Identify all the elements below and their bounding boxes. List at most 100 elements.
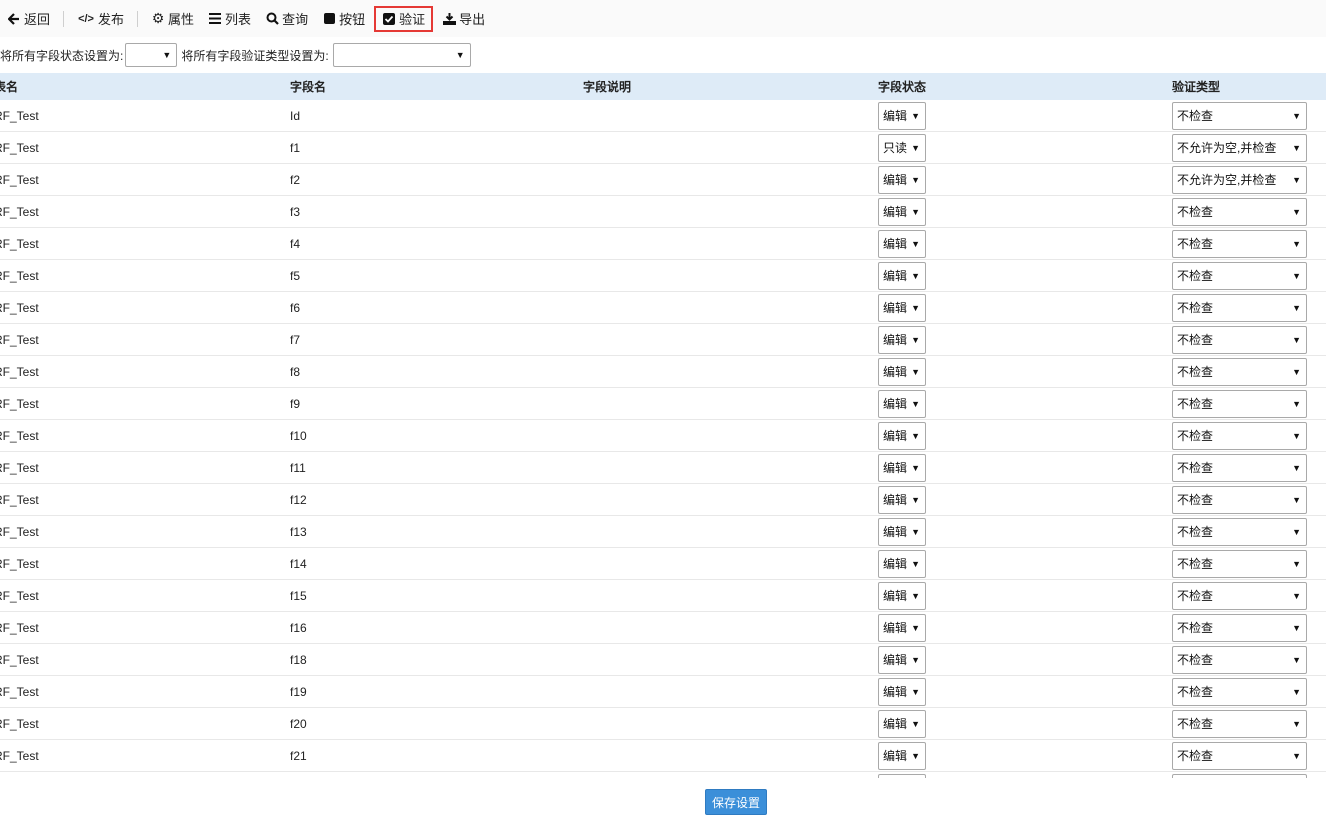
verify-type-select[interactable]: 不检查 ▼ bbox=[1172, 293, 1307, 322]
export-button[interactable]: 导出 bbox=[437, 6, 490, 32]
field-status-select[interactable]: 编辑 ▼ bbox=[878, 165, 926, 194]
verify-type-select[interactable]: 不检查 ▼ bbox=[1172, 389, 1307, 418]
field-status-select[interactable]: 编辑 ▼ bbox=[878, 229, 926, 258]
verify-type-select[interactable]: 不检查 ▼ bbox=[1172, 741, 1307, 770]
verify-type-select[interactable]: 不检查 ▼ bbox=[1172, 485, 1307, 514]
chevron-down-icon: ▼ bbox=[1292, 558, 1301, 569]
field-status-select[interactable]: ▼ bbox=[878, 773, 926, 778]
field-status-select[interactable]: 编辑 ▼ bbox=[878, 549, 926, 578]
field-status-select[interactable]: 编辑 ▼ bbox=[878, 261, 926, 290]
verify-type-select[interactable]: 不允许为空,并检查 ▼ bbox=[1172, 165, 1307, 194]
verify-type-select[interactable]: 不检查 ▼ bbox=[1172, 645, 1307, 674]
field-status-select[interactable]: 编辑 ▼ bbox=[878, 485, 926, 514]
chevron-down-icon: ▼ bbox=[1292, 462, 1301, 473]
verify-type-value: 不检查 bbox=[1177, 525, 1214, 539]
field-status-select[interactable]: 编辑 ▼ bbox=[878, 645, 926, 674]
field-status-value: 编辑 bbox=[883, 269, 908, 283]
cell-field-status: 编辑 ▼ bbox=[878, 260, 1168, 291]
field-status-select[interactable]: 编辑 ▼ bbox=[878, 581, 926, 610]
verify-type-select[interactable]: 不检查 ▼ bbox=[1172, 517, 1307, 546]
cell-verify-type: 不允许为空,并检查 ▼ bbox=[1172, 132, 1322, 163]
field-status-select[interactable]: 编辑 ▼ bbox=[878, 741, 926, 770]
bulk-settings-bar: 将所有字段状态设置为: ▼ 将所有字段验证类型设置为: ▼ bbox=[0, 42, 471, 68]
cell-field-desc bbox=[583, 516, 873, 547]
cell-field-desc bbox=[583, 644, 873, 675]
cell-verify-type: 不检查 ▼ bbox=[1172, 228, 1322, 259]
field-status-select[interactable]: 编辑 ▼ bbox=[878, 677, 926, 706]
verify-type-select[interactable]: 不检查 ▼ bbox=[1172, 229, 1307, 258]
button-label: 按钮 bbox=[339, 12, 366, 27]
verify-type-select[interactable]: 不检查 ▼ bbox=[1172, 581, 1307, 610]
header-table-name[interactable]: 表名 bbox=[0, 73, 274, 100]
field-status-select[interactable]: 编辑 ▼ bbox=[878, 517, 926, 546]
verify-label: 验证 bbox=[399, 12, 426, 27]
verify-type-value: 不检查 bbox=[1177, 621, 1214, 635]
header-field-name[interactable]: 字段名 bbox=[290, 73, 580, 100]
chevron-down-icon: ▼ bbox=[1292, 302, 1301, 313]
field-status-select[interactable]: 编辑 ▼ bbox=[878, 357, 926, 386]
header-verify-type[interactable]: 验证类型 bbox=[1172, 73, 1322, 100]
chevron-down-icon: ▼ bbox=[1292, 366, 1301, 377]
cell-field-desc bbox=[583, 772, 873, 778]
save-settings-button[interactable]: 保存设置 bbox=[705, 789, 767, 815]
publish-button[interactable]: </> 发布 bbox=[72, 6, 129, 32]
field-status-select[interactable]: 编辑 ▼ bbox=[878, 101, 926, 130]
cell-field-status: 编辑 ▼ bbox=[878, 740, 1168, 771]
verify-type-select[interactable]: 不检查 ▼ bbox=[1172, 101, 1307, 130]
verify-type-select[interactable]: 不检查 ▼ bbox=[1172, 261, 1307, 290]
verify-all-select[interactable]: ▼ bbox=[332, 43, 471, 67]
table-row: RF_Test f11 编辑▼ 不检查 ▼ bbox=[0, 452, 1326, 484]
field-status-select[interactable]: 只读 ▼ bbox=[878, 133, 926, 162]
verify-type-value: 不检查 bbox=[1177, 269, 1214, 283]
verify-type-value: 不检查 bbox=[1177, 461, 1214, 475]
cell-field-name: f5 bbox=[290, 268, 301, 283]
cell-table-name: RF_Test bbox=[0, 300, 39, 315]
cell-field-status: 编辑 ▼ bbox=[878, 516, 1168, 547]
verify-type-select[interactable]: 不检查 ▼ bbox=[1172, 709, 1307, 738]
cell-verify-type: 不检查 ▼ bbox=[1172, 100, 1322, 131]
field-status-select[interactable]: 编辑 ▼ bbox=[878, 389, 926, 418]
field-status-select[interactable]: 编辑 ▼ bbox=[878, 709, 926, 738]
verify-type-select[interactable]: 不检查 ▼ bbox=[1172, 197, 1307, 226]
chevron-down-icon: ▼ bbox=[911, 558, 920, 569]
field-status-select[interactable]: 编辑 ▼ bbox=[878, 453, 926, 482]
table-row: RF_Testf7编辑▼不检查▼ bbox=[0, 324, 1326, 356]
verify-type-select[interactable]: 不检查 ▼ bbox=[1172, 613, 1307, 642]
properties-button[interactable]: ⚙ 属性 bbox=[146, 6, 199, 32]
verify-type-select[interactable]: 不检查 ▼ bbox=[1172, 677, 1307, 706]
verify-type-select[interactable]: 不检查 ▼ bbox=[1172, 549, 1307, 578]
verify-type-select[interactable]: 不检查 ▼ bbox=[1172, 357, 1307, 386]
query-button[interactable]: 查询 bbox=[260, 6, 313, 32]
field-status-value: 编辑 bbox=[883, 621, 908, 635]
header-field-status[interactable]: 字段状态 bbox=[878, 73, 1168, 100]
field-status-select[interactable]: 编辑 ▼ bbox=[878, 293, 926, 322]
table-row: RF_Testf16编辑▼不检查▼ bbox=[0, 612, 1326, 644]
cell-table-name: RF_Test bbox=[0, 460, 39, 475]
cell-field-name: f11 bbox=[290, 460, 306, 475]
chevron-down-icon: ▼ bbox=[911, 462, 920, 473]
verify-type-select[interactable]: 不检查 ▼ bbox=[1172, 421, 1307, 450]
field-status-value: 编辑 bbox=[883, 525, 908, 539]
button-button[interactable]: 按钮 bbox=[317, 6, 370, 32]
cell-field-status: 编辑 ▼ bbox=[878, 580, 1168, 611]
field-status-select[interactable]: 编辑 ▼ bbox=[878, 197, 926, 226]
chevron-down-icon: ▼ bbox=[911, 334, 920, 345]
cell-field-desc bbox=[583, 388, 873, 419]
verify-type-select[interactable]: ▼ bbox=[1172, 773, 1307, 778]
properties-label: 属性 bbox=[168, 12, 195, 27]
verify-button[interactable]: 验证 bbox=[374, 5, 434, 32]
chevron-down-icon: ▼ bbox=[1292, 238, 1301, 249]
verify-type-select[interactable]: 不检查 ▼ bbox=[1172, 325, 1307, 354]
field-status-select[interactable]: 编辑 ▼ bbox=[878, 613, 926, 642]
cell-verify-type: 不检查 ▼ bbox=[1172, 644, 1322, 675]
header-field-desc[interactable]: 字段说明 bbox=[583, 73, 873, 100]
list-button[interactable]: 列表 bbox=[203, 6, 256, 32]
verify-type-select[interactable]: 不允许为空,并检查 ▼ bbox=[1172, 133, 1307, 162]
verify-type-value: 不检查 bbox=[1177, 685, 1214, 699]
back-button[interactable]: 返回 bbox=[2, 6, 55, 32]
status-all-select[interactable]: ▼ bbox=[125, 43, 178, 67]
cell-field-desc bbox=[583, 740, 873, 771]
field-status-select[interactable]: 编辑 ▼ bbox=[878, 421, 926, 450]
field-status-select[interactable]: 编辑 ▼ bbox=[878, 325, 926, 354]
verify-type-select[interactable]: 不检查 ▼ bbox=[1172, 453, 1307, 482]
